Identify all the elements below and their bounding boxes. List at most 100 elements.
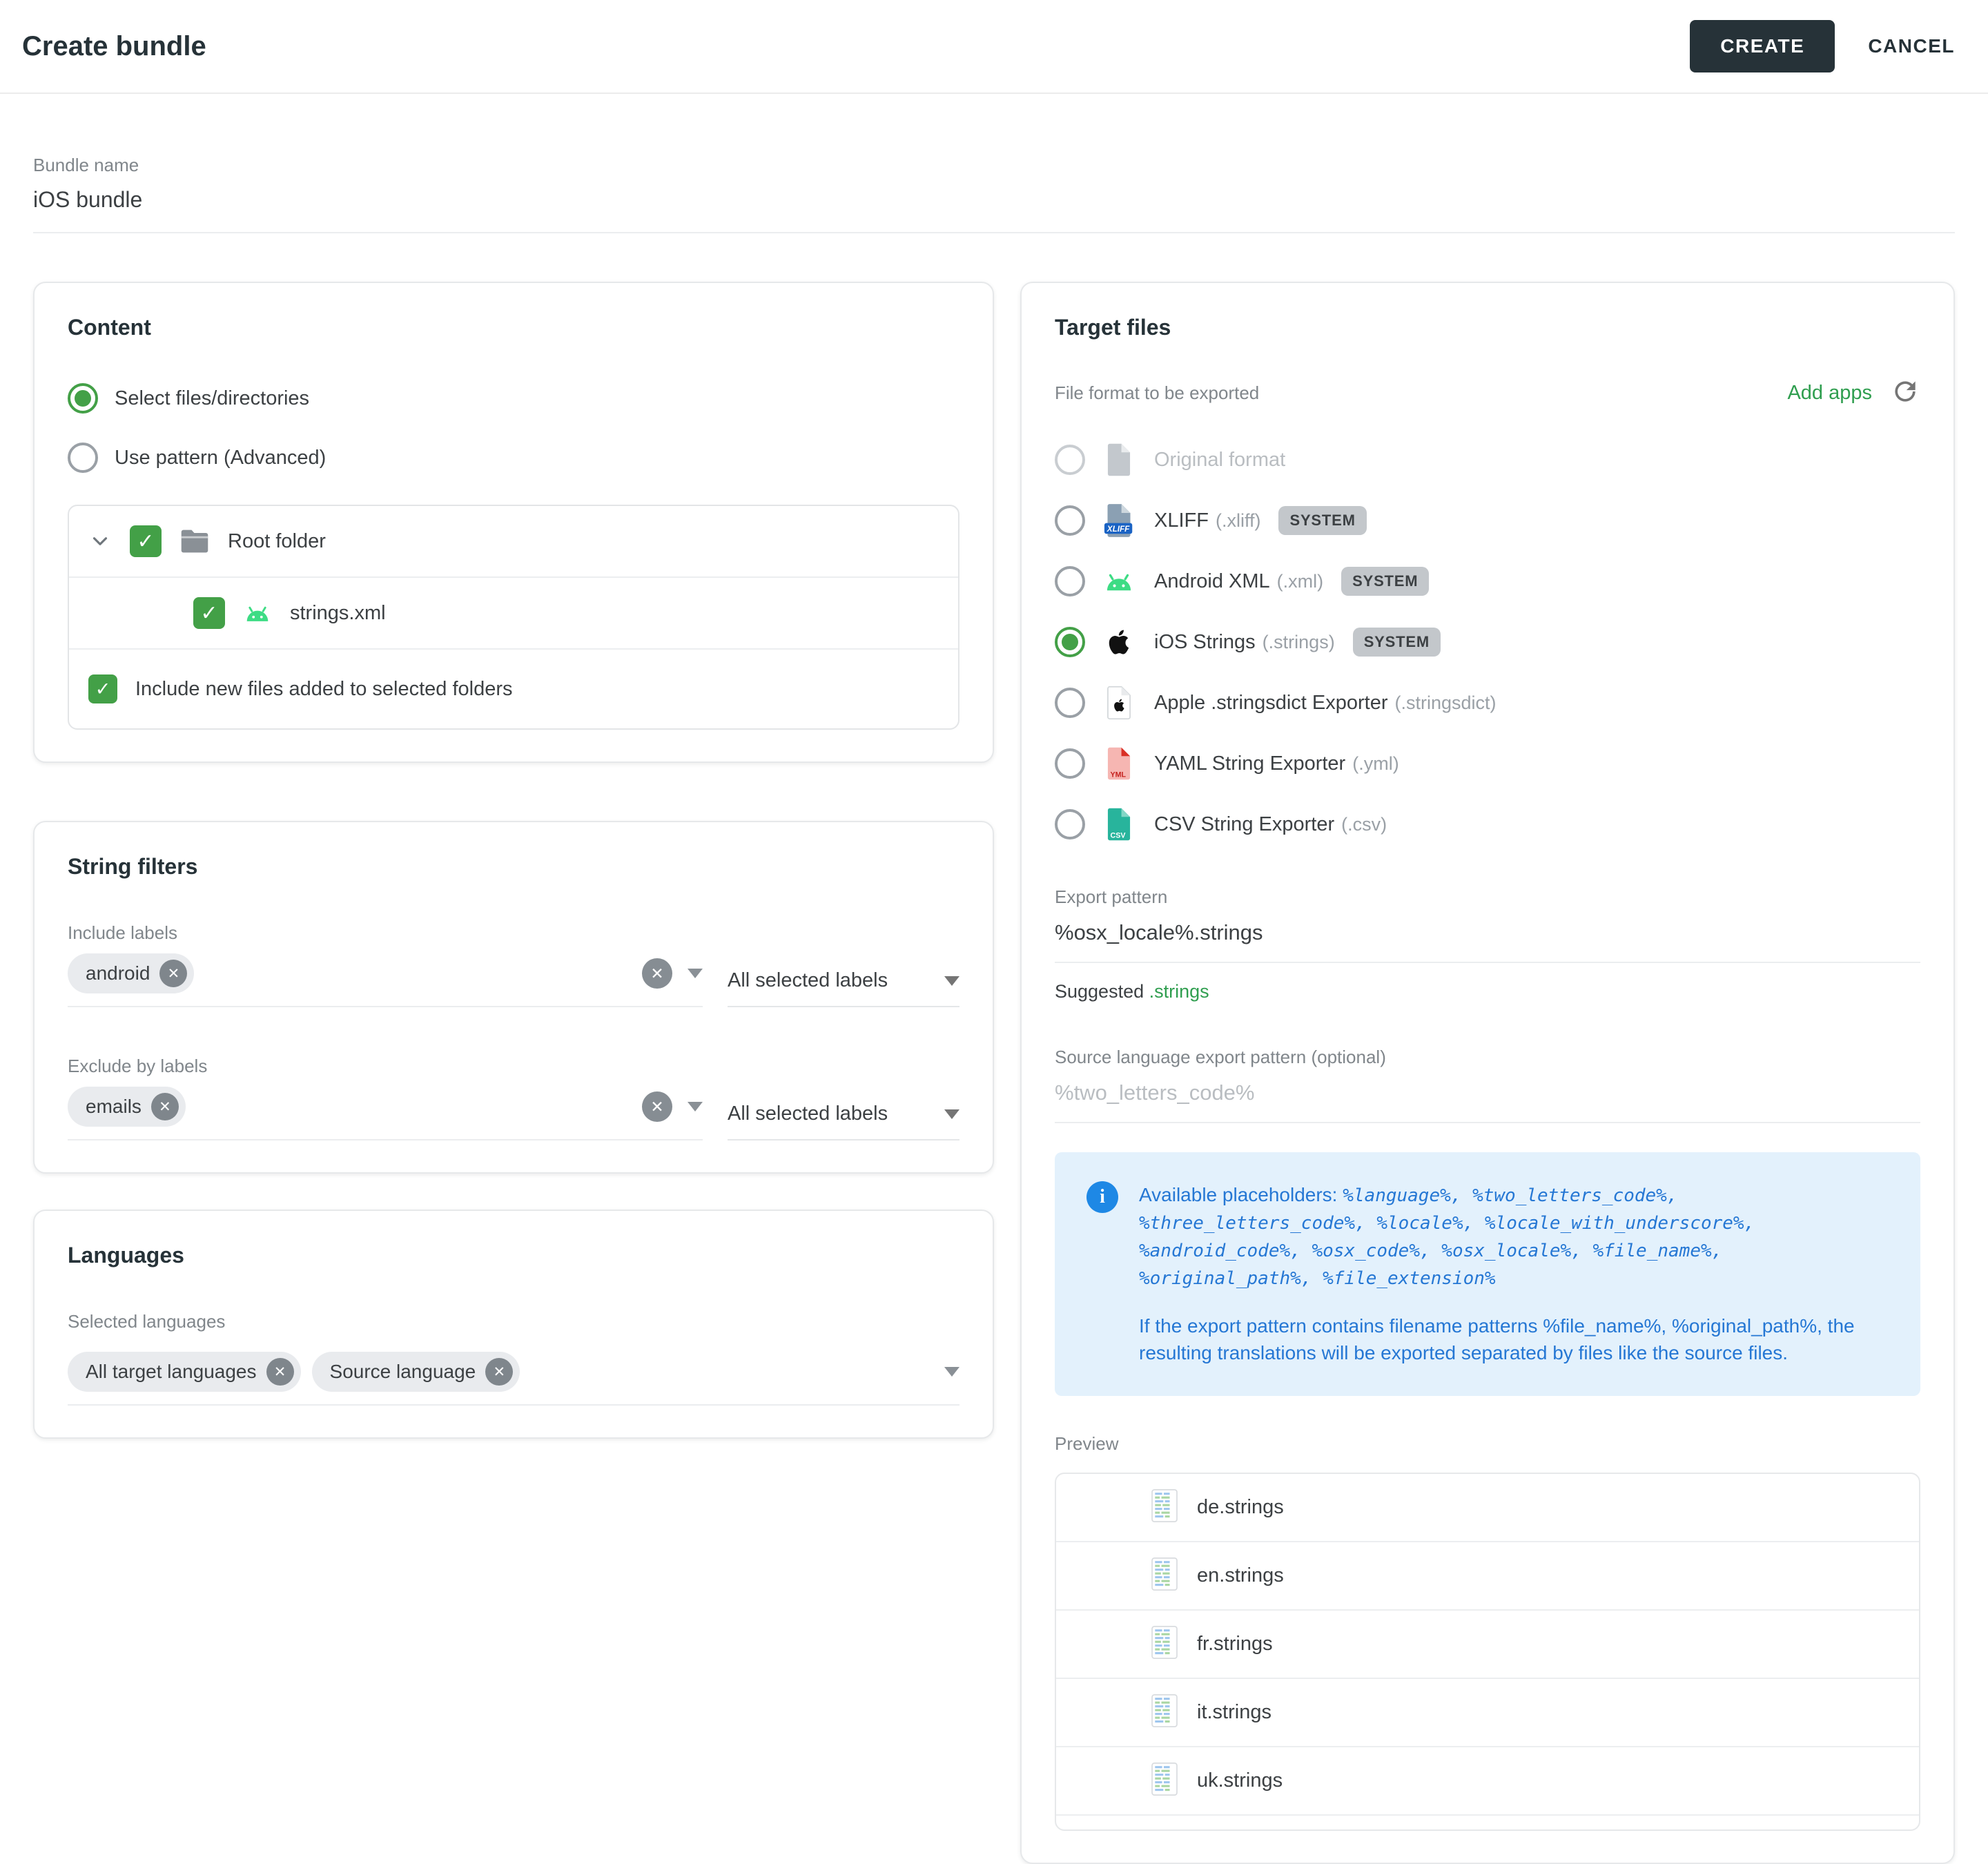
- strings-file-icon: [1151, 1763, 1178, 1799]
- format-ext: (.yml): [1352, 753, 1399, 775]
- strings-file-icon: [1151, 1557, 1178, 1594]
- selected-languages-input[interactable]: All target languages ✕ Source language ✕: [68, 1342, 959, 1406]
- placeholders-note: If the export pattern contains filename …: [1139, 1312, 1889, 1368]
- string-filters-card: String filters Include labels android ✕ …: [33, 821, 994, 1174]
- option-select-files[interactable]: Select files/directories: [68, 383, 959, 414]
- cancel-button[interactable]: CANCEL: [1868, 35, 1955, 57]
- radio-unselected-icon[interactable]: [1055, 748, 1085, 779]
- format-option-ios-strings[interactable]: iOS Strings (.strings) SYSTEM: [1055, 624, 1920, 660]
- radio-selected-icon[interactable]: [1055, 627, 1085, 657]
- preview-file-name: en.strings: [1197, 1564, 1284, 1587]
- format-ext: (.xliff): [1216, 510, 1261, 532]
- format-option-stringsdict[interactable]: Apple .stringsdict Exporter (.stringsdic…: [1055, 685, 1920, 721]
- mode-select-value: All selected labels: [728, 969, 888, 992]
- include-labels-label: Include labels: [68, 922, 959, 944]
- chip-text: android: [86, 962, 150, 984]
- option-use-pattern[interactable]: Use pattern (Advanced): [68, 443, 959, 473]
- caret-down-icon: [944, 976, 959, 986]
- caret-down-icon[interactable]: [688, 969, 703, 978]
- radio-unselected-icon[interactable]: [68, 443, 98, 473]
- file-format-label: File format to be exported: [1055, 382, 1259, 404]
- exclude-mode-select[interactable]: All selected labels: [728, 1103, 959, 1140]
- include-labels-input[interactable]: android ✕ ✕: [68, 944, 703, 1007]
- format-option-original[interactable]: Original format: [1055, 442, 1920, 478]
- format-name: Apple .stringsdict Exporter: [1154, 692, 1387, 715]
- placeholders-intro: Available placeholders:: [1139, 1184, 1337, 1205]
- remove-chip-icon[interactable]: ✕: [151, 1093, 179, 1120]
- radio-unselected-icon[interactable]: [1055, 809, 1085, 839]
- source-pattern-input[interactable]: %two_letters_code%: [1055, 1080, 1920, 1123]
- mode-select-value: All selected labels: [728, 1103, 888, 1125]
- source-pattern-group: Source language export pattern (optional…: [1055, 1047, 1920, 1123]
- target-files-card: Target files File format to be exported …: [1020, 282, 1955, 1864]
- chip-text: Source language: [330, 1361, 476, 1383]
- languages-card: Languages Selected languages All target …: [33, 1210, 994, 1439]
- root-checkbox[interactable]: ✓: [130, 525, 162, 557]
- bundle-name-field[interactable]: Bundle name iOS bundle: [33, 155, 1955, 233]
- language-chip[interactable]: All target languages ✕: [68, 1352, 301, 1392]
- system-badge: SYSTEM: [1341, 567, 1429, 596]
- exclude-labels-input[interactable]: emails ✕ ✕: [68, 1077, 703, 1140]
- include-mode-select[interactable]: All selected labels: [728, 969, 959, 1007]
- format-option-xliff[interactable]: XLIFF XLIFF (.xliff) SYSTEM: [1055, 503, 1920, 538]
- format-option-yaml[interactable]: YML YAML String Exporter (.yml): [1055, 746, 1920, 781]
- placeholders-info-box: i Available placeholders: %language%, %t…: [1055, 1152, 1920, 1396]
- preview-row: en.strings: [1056, 1542, 1919, 1611]
- create-button[interactable]: CREATE: [1690, 20, 1835, 72]
- svg-text:CSV: CSV: [1111, 832, 1127, 840]
- clear-field-icon[interactable]: ✕: [642, 958, 672, 989]
- add-apps-link[interactable]: Add apps: [1787, 382, 1872, 405]
- format-option-android-xml[interactable]: Android XML (.xml) SYSTEM: [1055, 563, 1920, 599]
- preview-list: de.strings en.strings fr.strings it.stri…: [1055, 1473, 1920, 1831]
- language-chip[interactable]: Source language ✕: [312, 1352, 520, 1392]
- yaml-file-icon: YML: [1103, 746, 1135, 781]
- caret-down-icon: [944, 1109, 959, 1119]
- preview-label: Preview: [1055, 1433, 1920, 1455]
- suggested-value[interactable]: .strings: [1149, 981, 1209, 1002]
- radio-unselected-icon[interactable]: [1055, 445, 1085, 475]
- chevron-down-icon[interactable]: [88, 530, 112, 553]
- export-pattern-label: Export pattern: [1055, 886, 1920, 908]
- format-list: Original format XLIFF XLIFF (.xliff) SYS…: [1055, 442, 1920, 842]
- remove-chip-icon[interactable]: ✕: [159, 960, 187, 987]
- svg-text:YML: YML: [1111, 771, 1127, 779]
- format-ext: (.stringsdict): [1394, 692, 1496, 714]
- export-pattern-group: Export pattern %osx_locale%.strings Sugg…: [1055, 886, 1920, 1002]
- radio-selected-icon[interactable]: [68, 383, 98, 414]
- bundle-name-input[interactable]: iOS bundle: [33, 187, 1955, 213]
- preview-file-name: uk.strings: [1197, 1769, 1283, 1792]
- label-chip[interactable]: android ✕: [68, 953, 194, 993]
- export-pattern-input[interactable]: %osx_locale%.strings: [1055, 920, 1920, 963]
- selected-languages-label: Selected languages: [68, 1311, 959, 1332]
- selected-languages-group: Selected languages All target languages …: [68, 1311, 959, 1406]
- label-chip[interactable]: emails ✕: [68, 1087, 186, 1127]
- content-heading: Content: [68, 315, 959, 340]
- chip-text: emails: [86, 1096, 142, 1118]
- original-format-file-icon: [1103, 442, 1135, 478]
- root-folder-label: Root folder: [228, 530, 326, 553]
- strings-file-icon: [1151, 1626, 1178, 1662]
- tree-row-root[interactable]: ✓ Root folder: [69, 506, 958, 578]
- radio-unselected-icon[interactable]: [1055, 566, 1085, 596]
- caret-down-icon[interactable]: [944, 1367, 959, 1377]
- remove-chip-icon[interactable]: ✕: [266, 1358, 294, 1386]
- include-new-files-checkbox[interactable]: ✓: [88, 674, 117, 703]
- caret-down-icon[interactable]: [688, 1102, 703, 1111]
- content-card: Content Select files/directories Use pat…: [33, 282, 994, 763]
- refresh-icon[interactable]: [1890, 376, 1920, 410]
- remove-chip-icon[interactable]: ✕: [485, 1358, 513, 1386]
- clear-field-icon[interactable]: ✕: [642, 1091, 672, 1122]
- suggested-line: Suggested .strings: [1055, 981, 1920, 1002]
- include-new-files-row[interactable]: ✓ Include new files added to selected fo…: [69, 650, 958, 728]
- option-label: Select files/directories: [115, 387, 309, 410]
- preview-file-name: fr.strings: [1197, 1633, 1273, 1656]
- radio-unselected-icon[interactable]: [1055, 505, 1085, 536]
- content-options: Select files/directories Use pattern (Ad…: [68, 383, 959, 473]
- format-option-csv[interactable]: CSV CSV String Exporter (.csv): [1055, 806, 1920, 842]
- preview-row: de.strings: [1056, 1474, 1919, 1542]
- svg-text:XLIFF: XLIFF: [1107, 525, 1130, 534]
- radio-unselected-icon[interactable]: [1055, 688, 1085, 718]
- format-ext: (.xml): [1277, 571, 1323, 592]
- tree-row-file[interactable]: ✓ strings.xml: [69, 578, 958, 650]
- file-checkbox[interactable]: ✓: [193, 597, 225, 629]
